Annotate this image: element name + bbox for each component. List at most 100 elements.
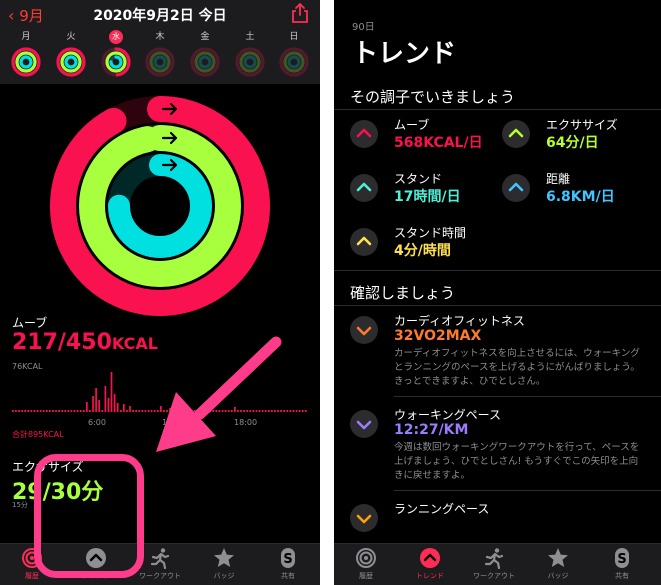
move-bar xyxy=(304,410,307,412)
week-day-0[interactable]: 月 xyxy=(8,30,44,77)
move-bar xyxy=(298,410,301,412)
move-bar xyxy=(156,410,159,412)
move-bar xyxy=(15,410,17,412)
date-header: ‹ 9月 2020年9月2日 今日 月火水木金土日 xyxy=(0,0,320,84)
move-bar xyxy=(119,410,122,412)
week-day-3[interactable]: 木 xyxy=(142,30,178,77)
move-bar xyxy=(187,410,190,412)
trends-icon xyxy=(420,548,440,568)
day-rings-icon xyxy=(279,47,309,77)
move-bar xyxy=(184,410,187,412)
share-icon[interactable] xyxy=(290,2,310,24)
sharing-icon: S xyxy=(615,548,629,568)
chevron-up-icon xyxy=(356,128,372,138)
move-bar xyxy=(147,410,150,412)
move-bar xyxy=(249,410,252,412)
week-day-2[interactable]: 水 xyxy=(98,30,134,77)
tab-label: トレンド xyxy=(416,572,444,580)
tab-label: ワークアウト xyxy=(473,572,515,580)
move-bar xyxy=(73,410,76,412)
week-day-label: 木 xyxy=(155,32,165,42)
move-bar xyxy=(30,410,33,412)
week-day-label: 月 xyxy=(21,32,31,42)
move-bar xyxy=(107,398,110,412)
move-bar xyxy=(153,410,156,412)
tab-history[interactable]: 履歴 xyxy=(334,547,398,581)
tab-sharing[interactable]: S 共有 xyxy=(256,547,320,581)
move-bar xyxy=(110,372,113,412)
move-bar xyxy=(98,400,101,412)
move-bar xyxy=(113,394,116,412)
move-bar xyxy=(86,402,88,412)
svg-text:S: S xyxy=(617,552,626,567)
chevron-down-icon xyxy=(356,326,372,336)
move-bar xyxy=(264,410,267,412)
tab-sharing[interactable]: S 共有 xyxy=(590,547,654,581)
move-bar xyxy=(163,410,165,412)
activity-rings xyxy=(50,96,270,316)
move-bar xyxy=(141,410,144,412)
day-rings-icon xyxy=(11,47,41,77)
move-bar xyxy=(221,410,224,412)
week-day-6[interactable]: 日 xyxy=(276,30,312,77)
move-bar xyxy=(178,410,181,412)
move-bar xyxy=(67,410,70,412)
move-bar xyxy=(230,410,233,412)
move-bar xyxy=(240,410,242,412)
move-bar xyxy=(138,410,141,412)
move-bar xyxy=(55,410,57,412)
move-bar xyxy=(212,410,215,412)
tab-trends[interactable]: トレンド xyxy=(398,547,462,581)
trend-value: 17時間/日 xyxy=(394,189,461,205)
tab-workout[interactable]: ワークアウト xyxy=(462,547,526,581)
move-bar xyxy=(175,410,178,412)
move-bar xyxy=(126,410,128,412)
divider xyxy=(394,490,661,491)
annotation-highlight-box xyxy=(34,454,144,578)
move-bar xyxy=(116,403,119,412)
move-bar xyxy=(301,410,304,412)
move-bar xyxy=(277,410,279,412)
trend-badge xyxy=(350,228,378,256)
svg-text:S: S xyxy=(283,552,292,567)
move-bar xyxy=(76,410,79,412)
move-bar xyxy=(193,410,196,412)
move-bar xyxy=(104,386,107,412)
trend-name: ムーブ xyxy=(394,118,430,132)
move-bar xyxy=(237,410,239,412)
section-header-good: その調子でいきましょう xyxy=(350,88,516,106)
week-day-4[interactable]: 金 xyxy=(187,30,223,77)
trend-value: 6.8KM/日 xyxy=(546,189,615,205)
right-screen: 90日 トレンド その調子でいきましょう ムーブ 568KCAL/日 エクササイズ 6… xyxy=(334,0,661,585)
trend-name: ウォーキングペース xyxy=(394,408,502,422)
chevron-up-icon xyxy=(356,236,372,246)
week-day-label: 水 xyxy=(98,30,134,44)
move-bar xyxy=(36,410,39,412)
move-bar xyxy=(21,410,23,412)
badges-icon xyxy=(548,548,568,567)
move-bar xyxy=(215,410,218,412)
divider xyxy=(334,305,661,306)
week-day-5[interactable]: 土 xyxy=(232,30,268,77)
move-bar xyxy=(258,410,261,412)
trend-value: 12:27/KM xyxy=(394,422,469,438)
move-bar xyxy=(150,410,153,412)
tab-badges[interactable]: バッジ xyxy=(192,547,256,581)
week-day-1[interactable]: 火 xyxy=(53,30,89,77)
tab-badges[interactable]: バッジ xyxy=(526,547,590,581)
move-bar xyxy=(274,410,276,412)
x-tick-6: 6:00 xyxy=(88,418,106,427)
history-icon xyxy=(356,548,376,568)
tab-bar: 履歴 トレンド ワークアウト バッジ S 共有 xyxy=(334,543,661,585)
trend-badge xyxy=(502,120,530,148)
trend-name: スタンド xyxy=(394,172,443,186)
move-bar xyxy=(92,396,94,412)
move-bar xyxy=(58,410,60,412)
move-bar xyxy=(200,410,202,412)
move-value-unit: KCAL xyxy=(111,334,158,353)
trend-badge xyxy=(350,410,378,438)
workout-icon xyxy=(150,548,170,569)
day-rings-icon xyxy=(235,47,265,77)
trend-value: 568KCAL/日 xyxy=(394,135,483,151)
move-bar xyxy=(132,410,134,412)
